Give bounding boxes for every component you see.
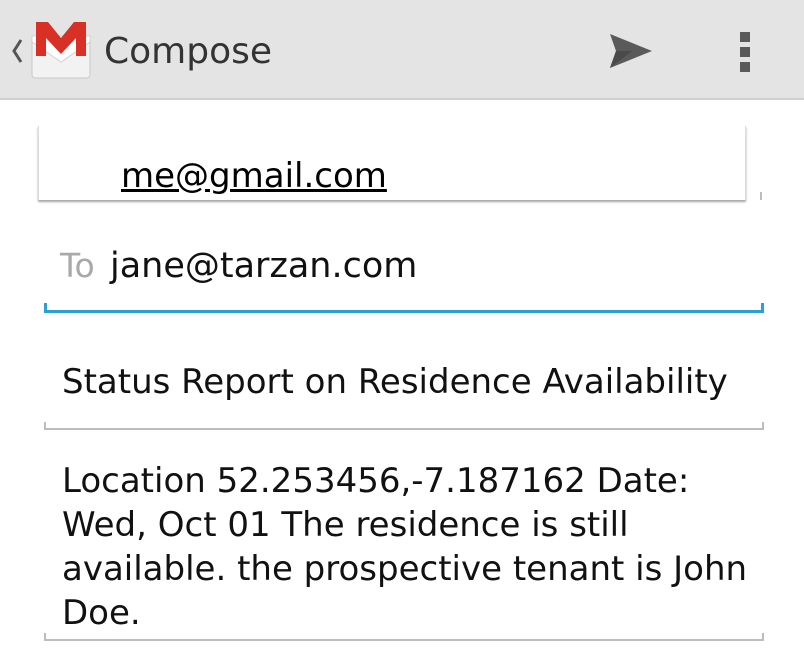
body-text[interactable]: Location 52.253456,-7.187162 Date: Wed, …: [62, 459, 752, 635]
subject-underline: [44, 428, 764, 430]
subject-text[interactable]: Status Report on Residence Availability: [62, 362, 728, 402]
from-corner-mark: [760, 192, 762, 200]
body-field[interactable]: Location 52.253456,-7.187162 Date: Wed, …: [44, 455, 764, 645]
body-underline: [44, 639, 764, 641]
send-icon[interactable]: [604, 24, 658, 78]
up-caret-icon[interactable]: [10, 34, 24, 68]
to-underline: [44, 310, 764, 313]
to-field[interactable]: To jane@tarzan.com: [44, 228, 764, 314]
action-bar: Compose: [0, 0, 804, 100]
gmail-envelope-icon[interactable]: [28, 18, 94, 84]
to-recipient[interactable]: jane@tarzan.com: [110, 246, 417, 286]
to-label: To: [60, 246, 95, 285]
from-address: me@gmail.com: [121, 156, 387, 196]
from-account-selector[interactable]: me@gmail.com: [38, 126, 746, 200]
page-title: Compose: [104, 31, 273, 72]
subject-field[interactable]: Status Report on Residence Availability: [44, 350, 764, 430]
overflow-menu-icon[interactable]: [726, 24, 766, 78]
